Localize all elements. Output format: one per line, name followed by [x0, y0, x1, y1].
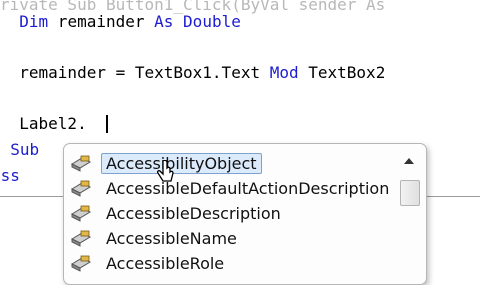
code-line-end-class: ass	[0, 166, 20, 185]
property-icon	[70, 155, 92, 173]
property-icon	[70, 180, 92, 198]
code-line-dim: Dim remainder As Double	[19, 12, 241, 31]
scroll-up-arrow-icon[interactable]	[399, 152, 419, 170]
mouse-cursor-icon	[156, 159, 177, 190]
code-line-end-sub: d Sub	[0, 140, 40, 159]
property-icon	[70, 205, 92, 223]
list-item[interactable]: AccessibilityObject	[70, 151, 398, 176]
list-item[interactable]: AccessibleDescription	[70, 201, 398, 226]
keyword-double: Double	[183, 12, 241, 31]
code-line-label: Label2.	[0, 114, 87, 133]
scrollbar-thumb[interactable]	[400, 180, 420, 206]
keyword-mod: Mod	[269, 63, 299, 82]
item-label: AccessibleRole	[106, 254, 225, 273]
list-item[interactable]: AccessibleRole	[70, 251, 398, 276]
list-scrollbar[interactable]	[399, 152, 420, 284]
list-item[interactable]: AccessibleDefaultActionDescription	[70, 176, 398, 201]
item-label: AccessibleName	[106, 229, 237, 248]
item-label: AccessibleDefaultActionDescription	[106, 179, 390, 198]
text-cursor	[106, 115, 108, 133]
code-line-assignment: remainder = TextBox1.Text Mod TextBox2	[19, 63, 386, 82]
keyword-dim: Dim	[19, 12, 49, 31]
intellisense-list[interactable]: AccessibilityObject AccessibleDefaultAct…	[70, 151, 398, 276]
item-label: AccessibilityObject	[106, 154, 257, 173]
property-icon	[70, 230, 92, 248]
keyword-as: As	[154, 12, 174, 31]
list-item[interactable]: AccessibleName	[70, 226, 398, 251]
intellisense-popup[interactable]: AccessibilityObject AccessibleDefaultAct…	[63, 143, 427, 285]
item-label: AccessibleDescription	[106, 204, 281, 223]
